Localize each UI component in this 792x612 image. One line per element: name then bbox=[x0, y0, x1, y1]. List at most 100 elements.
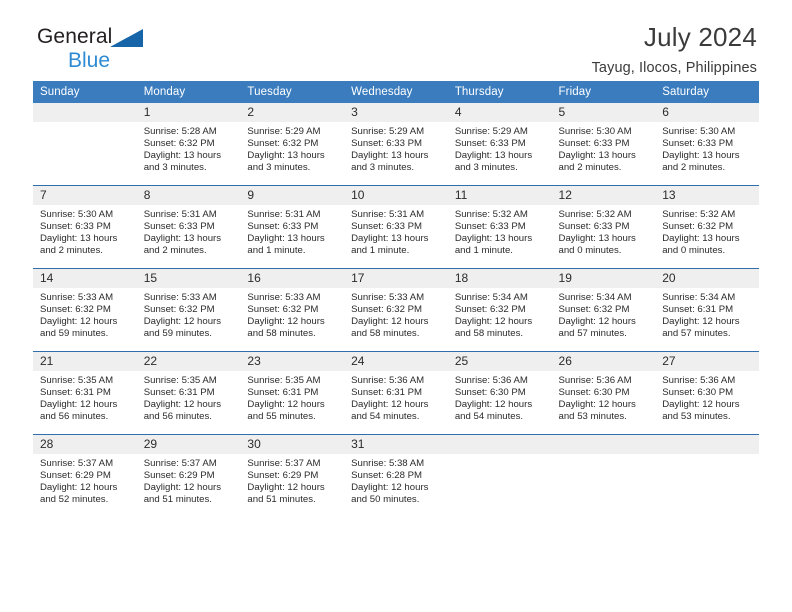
week-3-details: Sunrise: 5:33 AM Sunset: 6:32 PM Dayligh… bbox=[33, 288, 759, 351]
day-cell[interactable]: Sunrise: 5:31 AM Sunset: 6:33 PM Dayligh… bbox=[136, 205, 241, 268]
day-cell[interactable]: Sunrise: 5:33 AM Sunset: 6:32 PM Dayligh… bbox=[240, 288, 345, 351]
sunrise-text: Sunrise: 5:33 AM bbox=[143, 292, 217, 303]
sunset-text: Sunset: 6:33 PM bbox=[351, 138, 423, 150]
day-number[interactable]: 11 bbox=[447, 186, 552, 205]
day-cell[interactable]: Sunrise: 5:37 AM Sunset: 6:29 PM Dayligh… bbox=[33, 454, 137, 517]
day-cell[interactable]: Sunrise: 5:32 AM Sunset: 6:32 PM Dayligh… bbox=[655, 205, 759, 268]
daylight-text-line1: Daylight: 12 hours bbox=[143, 316, 222, 328]
daylight-text-line1: Daylight: 12 hours bbox=[662, 316, 740, 328]
day-cell[interactable]: Sunrise: 5:32 AM Sunset: 6:33 PM Dayligh… bbox=[447, 205, 552, 268]
day-cell[interactable] bbox=[33, 122, 137, 185]
day-number[interactable]: 26 bbox=[551, 352, 656, 371]
day-number[interactable]: 17 bbox=[344, 269, 448, 288]
day-cell[interactable]: Sunrise: 5:31 AM Sunset: 6:33 PM Dayligh… bbox=[240, 205, 345, 268]
day-cell[interactable]: Sunrise: 5:29 AM Sunset: 6:33 PM Dayligh… bbox=[344, 122, 448, 185]
day-number[interactable]: 31 bbox=[344, 435, 448, 454]
day-cell[interactable]: Sunrise: 5:36 AM Sunset: 6:31 PM Dayligh… bbox=[344, 371, 448, 434]
day-number[interactable]: 10 bbox=[344, 186, 448, 205]
daylight-text-line1: Daylight: 12 hours bbox=[40, 316, 118, 328]
week-3-daynumbers: 14 15 16 17 18 19 20 bbox=[33, 269, 759, 288]
daylight-text-line2: and 1 minute. bbox=[351, 245, 410, 257]
daylight-text-line2: and 2 minutes. bbox=[558, 162, 622, 174]
daylight-text-line2: and 54 minutes. bbox=[351, 411, 420, 423]
day-number[interactable]: 12 bbox=[551, 186, 656, 205]
day-cell[interactable]: Sunrise: 5:33 AM Sunset: 6:32 PM Dayligh… bbox=[33, 288, 137, 351]
day-number[interactable]: 29 bbox=[136, 435, 241, 454]
day-cell[interactable]: Sunrise: 5:36 AM Sunset: 6:30 PM Dayligh… bbox=[447, 371, 552, 434]
day-number[interactable]: 6 bbox=[655, 103, 759, 122]
day-cell[interactable]: Sunrise: 5:30 AM Sunset: 6:33 PM Dayligh… bbox=[33, 205, 137, 268]
day-number[interactable]: 3 bbox=[344, 103, 448, 122]
daylight-text-line2: and 2 minutes. bbox=[40, 245, 103, 257]
day-cell[interactable]: Sunrise: 5:29 AM Sunset: 6:32 PM Dayligh… bbox=[240, 122, 345, 185]
day-cell[interactable]: Sunrise: 5:28 AM Sunset: 6:32 PM Dayligh… bbox=[136, 122, 241, 185]
day-cell[interactable]: Sunrise: 5:35 AM Sunset: 6:31 PM Dayligh… bbox=[33, 371, 137, 434]
sunrise-text: Sunrise: 5:34 AM bbox=[558, 292, 632, 303]
day-number[interactable]: 15 bbox=[136, 269, 241, 288]
sunset-text: Sunset: 6:30 PM bbox=[662, 387, 734, 399]
day-cell[interactable]: Sunrise: 5:35 AM Sunset: 6:31 PM Dayligh… bbox=[136, 371, 241, 434]
sunrise-text: Sunrise: 5:30 AM bbox=[558, 126, 632, 137]
day-number[interactable]: 2 bbox=[240, 103, 345, 122]
day-cell[interactable]: Sunrise: 5:30 AM Sunset: 6:33 PM Dayligh… bbox=[551, 122, 656, 185]
daylight-text-line2: and 58 minutes. bbox=[351, 328, 420, 340]
day-cell[interactable]: Sunrise: 5:38 AM Sunset: 6:28 PM Dayligh… bbox=[344, 454, 448, 517]
daylight-text-line2: and 56 minutes. bbox=[143, 411, 212, 423]
day-cell[interactable]: Sunrise: 5:33 AM Sunset: 6:32 PM Dayligh… bbox=[136, 288, 241, 351]
sunset-text: Sunset: 6:29 PM bbox=[143, 470, 215, 482]
day-cell[interactable]: Sunrise: 5:34 AM Sunset: 6:32 PM Dayligh… bbox=[551, 288, 656, 351]
day-cell[interactable]: Sunrise: 5:34 AM Sunset: 6:31 PM Dayligh… bbox=[655, 288, 759, 351]
sunset-text: Sunset: 6:31 PM bbox=[247, 387, 319, 399]
day-number[interactable]: 22 bbox=[136, 352, 241, 371]
week-5-details: Sunrise: 5:37 AM Sunset: 6:29 PM Dayligh… bbox=[33, 454, 759, 517]
day-number[interactable]: 4 bbox=[447, 103, 552, 122]
sunset-text: Sunset: 6:33 PM bbox=[558, 138, 630, 150]
day-number[interactable]: 19 bbox=[551, 269, 656, 288]
sunset-text: Sunset: 6:30 PM bbox=[558, 387, 630, 399]
day-number[interactable]: 24 bbox=[344, 352, 448, 371]
day-number[interactable]: 7 bbox=[33, 186, 137, 205]
day-number[interactable]: 9 bbox=[240, 186, 345, 205]
day-number[interactable]: 25 bbox=[447, 352, 552, 371]
week-2-details: Sunrise: 5:30 AM Sunset: 6:33 PM Dayligh… bbox=[33, 205, 759, 268]
daylight-text-line1: Daylight: 12 hours bbox=[454, 399, 533, 411]
day-number[interactable]: 21 bbox=[33, 352, 137, 371]
day-cell[interactable]: Sunrise: 5:33 AM Sunset: 6:32 PM Dayligh… bbox=[344, 288, 448, 351]
day-number[interactable] bbox=[33, 103, 137, 122]
day-cell[interactable]: Sunrise: 5:37 AM Sunset: 6:29 PM Dayligh… bbox=[240, 454, 345, 517]
sunset-text: Sunset: 6:32 PM bbox=[662, 221, 734, 233]
day-cell[interactable]: Sunrise: 5:36 AM Sunset: 6:30 PM Dayligh… bbox=[551, 371, 656, 434]
day-number[interactable]: 27 bbox=[655, 352, 759, 371]
daylight-text-line1: Daylight: 12 hours bbox=[558, 316, 636, 328]
day-cell[interactable]: Sunrise: 5:34 AM Sunset: 6:32 PM Dayligh… bbox=[447, 288, 552, 351]
day-number[interactable]: 14 bbox=[33, 269, 137, 288]
day-cell[interactable]: Sunrise: 5:37 AM Sunset: 6:29 PM Dayligh… bbox=[136, 454, 241, 517]
daylight-text-line1: Daylight: 12 hours bbox=[40, 399, 118, 411]
sunrise-text: Sunrise: 5:32 AM bbox=[558, 209, 632, 220]
day-cell[interactable]: Sunrise: 5:36 AM Sunset: 6:30 PM Dayligh… bbox=[655, 371, 759, 434]
sunset-text: Sunset: 6:32 PM bbox=[143, 138, 215, 150]
week-1-daynumbers: 1 2 3 4 5 6 bbox=[33, 103, 759, 122]
day-number[interactable]: 13 bbox=[655, 186, 759, 205]
day-number[interactable]: 28 bbox=[33, 435, 137, 454]
sunset-text: Sunset: 6:29 PM bbox=[247, 470, 319, 482]
sunset-text: Sunset: 6:32 PM bbox=[40, 304, 111, 316]
day-number[interactable]: 16 bbox=[240, 269, 345, 288]
day-cell[interactable]: Sunrise: 5:32 AM Sunset: 6:33 PM Dayligh… bbox=[551, 205, 656, 268]
day-number[interactable]: 8 bbox=[136, 186, 241, 205]
triangle-icon bbox=[110, 29, 143, 47]
day-cell[interactable]: Sunrise: 5:35 AM Sunset: 6:31 PM Dayligh… bbox=[240, 371, 345, 434]
daylight-text-line1: Daylight: 13 hours bbox=[558, 150, 636, 162]
day-cell[interactable]: Sunrise: 5:29 AM Sunset: 6:33 PM Dayligh… bbox=[447, 122, 552, 185]
day-number[interactable]: 18 bbox=[447, 269, 552, 288]
daylight-text-line1: Daylight: 12 hours bbox=[454, 316, 533, 328]
day-cell[interactable]: Sunrise: 5:31 AM Sunset: 6:33 PM Dayligh… bbox=[344, 205, 448, 268]
day-number[interactable]: 5 bbox=[551, 103, 656, 122]
week-2-daynumbers: 7 8 9 10 11 12 13 bbox=[33, 186, 759, 205]
day-number[interactable]: 30 bbox=[240, 435, 345, 454]
day-number[interactable]: 1 bbox=[136, 103, 241, 122]
sunset-text: Sunset: 6:33 PM bbox=[454, 138, 526, 150]
day-number[interactable]: 23 bbox=[240, 352, 345, 371]
day-cell[interactable]: Sunrise: 5:30 AM Sunset: 6:33 PM Dayligh… bbox=[655, 122, 759, 185]
day-number[interactable]: 20 bbox=[655, 269, 759, 288]
